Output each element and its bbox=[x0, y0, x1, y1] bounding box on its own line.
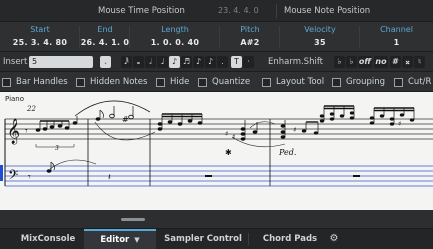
slur bbox=[74, 100, 151, 117]
end-label: End bbox=[97, 25, 113, 34]
triplet-button[interactable]: T bbox=[231, 56, 242, 68]
selected-staff-indicator bbox=[0, 165, 3, 181]
channel-value[interactable]: 1 bbox=[360, 38, 433, 47]
score-notation[interactable]: Piano 22 𝄞 𝄢 𝄾 3 # ♯ ♯ ✱ ♯ ♯ Ped. 𝄾 𝄽 bbox=[0, 92, 433, 210]
natural-button[interactable]: ♮ bbox=[414, 56, 425, 68]
slur bbox=[94, 121, 156, 141]
hide-checkbox[interactable]: Hide bbox=[156, 76, 189, 88]
enharmonic-shift-label: Enharm.Shift bbox=[268, 57, 324, 67]
lower-zone-divider[interactable] bbox=[0, 210, 433, 229]
score-canvas[interactable]: Piano 22 𝄞 𝄢 𝄾 3 # ♯ ♯ ✱ ♯ ♯ Ped. 𝄾 𝄽 bbox=[0, 92, 433, 210]
length-value[interactable]: 1. 0. 0. 40 bbox=[130, 38, 220, 47]
note-value-64th-button[interactable]: 𝅘𝅥𝅱 bbox=[121, 56, 132, 68]
measure-3-notes[interactable]: ♯ ♯ ✱ bbox=[157, 113, 258, 157]
flat-button[interactable]: ♭ bbox=[346, 56, 357, 68]
divider bbox=[276, 4, 277, 18]
length-label: Length bbox=[161, 25, 189, 34]
quantize-checkbox[interactable]: Quantize bbox=[198, 76, 250, 88]
hidden-notes-checkbox[interactable]: Hidden Notes bbox=[76, 76, 147, 88]
tab-sampler-control[interactable]: Sampler Control bbox=[162, 229, 244, 249]
resize-grip-icon[interactable] bbox=[121, 218, 145, 221]
enharm-no-button[interactable]: no bbox=[374, 56, 388, 68]
mouse-position-bar: Mouse Time Position 23. 4. 4. 0 Mouse No… bbox=[0, 0, 433, 22]
note-value-32nd-button[interactable]: ♪ bbox=[193, 56, 204, 68]
double-sharp-button[interactable]: 𝄪 bbox=[402, 56, 413, 68]
measure-1-notes[interactable]: 𝄾 bbox=[25, 116, 78, 148]
svg-text:♯: ♯ bbox=[225, 130, 228, 138]
channel-field[interactable]: Channel 1 bbox=[360, 22, 433, 52]
svg-text:𝄽: 𝄽 bbox=[108, 173, 111, 183]
tab-editor[interactable]: Editor ▼ bbox=[84, 229, 156, 249]
svg-text:𝄾: 𝄾 bbox=[28, 172, 31, 183]
cut-checkbox[interactable]: Cut/R bbox=[394, 76, 431, 88]
enharm-off-button[interactable]: off bbox=[358, 56, 372, 68]
note-value-half-button[interactable]: 𝅗𝅥 bbox=[145, 56, 156, 68]
italic-button[interactable]: 𝆹 bbox=[100, 56, 111, 68]
svg-text:✱: ✱ bbox=[225, 148, 232, 157]
channel-label: Channel bbox=[380, 25, 413, 34]
bass-clef-icon: 𝄢 bbox=[8, 167, 18, 186]
treble-clef-icon: 𝄞 bbox=[7, 118, 20, 144]
svg-text:♯: ♯ bbox=[232, 133, 235, 141]
note-value-whole-button[interactable]: 𝅝 bbox=[133, 56, 144, 68]
pitch-field[interactable]: Pitch A#2 bbox=[220, 22, 280, 52]
tab-chord-pads[interactable]: Chord Pads bbox=[258, 229, 322, 249]
slur bbox=[231, 136, 286, 148]
svg-text:♯: ♯ bbox=[293, 126, 296, 134]
pitch-label: Pitch bbox=[240, 25, 260, 34]
grouping-checkbox[interactable]: Grouping bbox=[332, 76, 385, 88]
slur bbox=[249, 121, 276, 129]
gear-icon[interactable]: ⚙ bbox=[326, 229, 342, 249]
length-field[interactable]: Length 1. 0. 0. 40 bbox=[130, 22, 220, 52]
sharp-button[interactable]: # bbox=[390, 56, 401, 68]
double-flat-button[interactable]: ♭ bbox=[334, 56, 345, 68]
velocity-label: Velocity bbox=[304, 25, 336, 34]
mouse-time-label: Mouse Time Position bbox=[98, 6, 185, 16]
svg-text:𝄾: 𝄾 bbox=[25, 126, 28, 137]
staff-label: Piano bbox=[5, 95, 24, 103]
pedal-marking: Ped. bbox=[278, 148, 296, 157]
velocity-value[interactable]: 35 bbox=[280, 38, 360, 47]
note-value-eighth-button[interactable]: ♪ bbox=[169, 56, 180, 68]
start-label: Start bbox=[30, 25, 50, 34]
end-field[interactable]: End 26. 4. 1. 0 bbox=[80, 22, 130, 52]
display-options-row: Bar Handles Hidden Notes Hide Quantize L… bbox=[0, 72, 433, 92]
note-value-16th-button[interactable]: ♬ bbox=[181, 56, 192, 68]
info-line: Start 25. 3. 4. 80 End 26. 4. 1. 0 Lengt… bbox=[0, 22, 433, 52]
tie-button[interactable]: · bbox=[243, 56, 254, 68]
note-value-quarter-button[interactable]: ♩ bbox=[157, 56, 168, 68]
tab-mixconsole[interactable]: MixConsole bbox=[14, 229, 82, 249]
measure-number: 22 bbox=[26, 105, 36, 113]
start-field[interactable]: Start 25. 3. 4. 80 bbox=[0, 22, 80, 52]
bass-notes[interactable]: 𝄾 𝄽 bbox=[28, 159, 360, 183]
pitch-value[interactable]: A#2 bbox=[220, 38, 280, 47]
note-value-64-button[interactable]: ♪ bbox=[205, 56, 216, 68]
measure-2-notes[interactable]: # bbox=[95, 106, 134, 124]
mouse-note-label: Mouse Note Position bbox=[284, 6, 371, 16]
bar-handles-checkbox[interactable]: Bar Handles bbox=[2, 76, 68, 88]
bass-staff bbox=[5, 165, 433, 187]
lower-zone-tabs: MixConsole Editor ▼ Sampler Control Chord… bbox=[0, 229, 433, 249]
insert-voice-select[interactable]: 5 bbox=[29, 56, 93, 68]
chevron-down-icon[interactable]: ▼ bbox=[134, 236, 139, 244]
mouse-time-value: 23. 4. 4. 0 bbox=[218, 6, 259, 15]
svg-text:♯: ♯ bbox=[398, 120, 401, 128]
dotted-button[interactable]: . bbox=[217, 56, 228, 68]
start-value[interactable]: 25. 3. 4. 80 bbox=[0, 38, 80, 47]
triplet-number: 3 bbox=[55, 145, 59, 152]
insert-label: Insert bbox=[3, 57, 28, 67]
end-value[interactable]: 26. 4. 1. 0 bbox=[80, 38, 130, 47]
svg-text:#: # bbox=[122, 115, 129, 124]
velocity-field[interactable]: Velocity 35 bbox=[280, 22, 360, 52]
score-toolbar: Insert 5 𝆹 𝅘𝅥𝅱 𝅝 𝅗𝅥 ♩ ♪ ♬ ♪ ♪ . T · Enha… bbox=[0, 52, 433, 72]
layout-tool-checkbox[interactable]: Layout Tool bbox=[262, 76, 324, 88]
